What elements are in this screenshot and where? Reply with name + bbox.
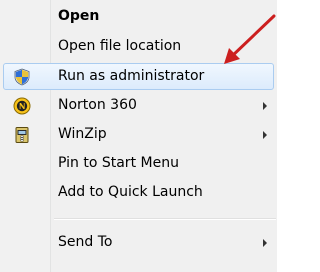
menu-item-winzip[interactable]: WinZip [0,121,277,150]
submenu-arrow-icon [263,102,267,110]
menu-item-label: Add to Quick Launch [58,184,203,200]
menu-item-pin-to-start-menu[interactable]: Pin to Start Menu [0,150,277,179]
submenu-arrow-icon [263,131,267,139]
menu-item-label: Open file location [58,38,182,54]
menu-item-label: Open [58,8,100,24]
menu-item-label: Run as administrator [58,68,205,84]
winzip-icon [13,126,31,144]
menu-item-label: Norton 360 [58,97,137,113]
menu-item-add-to-quick-launch[interactable]: Add to Quick Launch [0,179,277,208]
menu-separator [54,218,276,220]
menu-item-send-to[interactable]: Send To [0,229,277,258]
submenu-arrow-icon [263,239,267,247]
red-arrow-icon [224,14,276,64]
menu-item-label: Send To [58,234,113,250]
menu-item-label: WinZip [58,126,107,142]
uac-shield-icon [13,68,31,86]
menu-item-label: Pin to Start Menu [58,155,179,171]
menu-item-norton-360[interactable]: Norton 360 [0,92,277,121]
context-menu: Open Open file location Run as administr… [0,0,277,272]
norton-icon [13,97,31,115]
